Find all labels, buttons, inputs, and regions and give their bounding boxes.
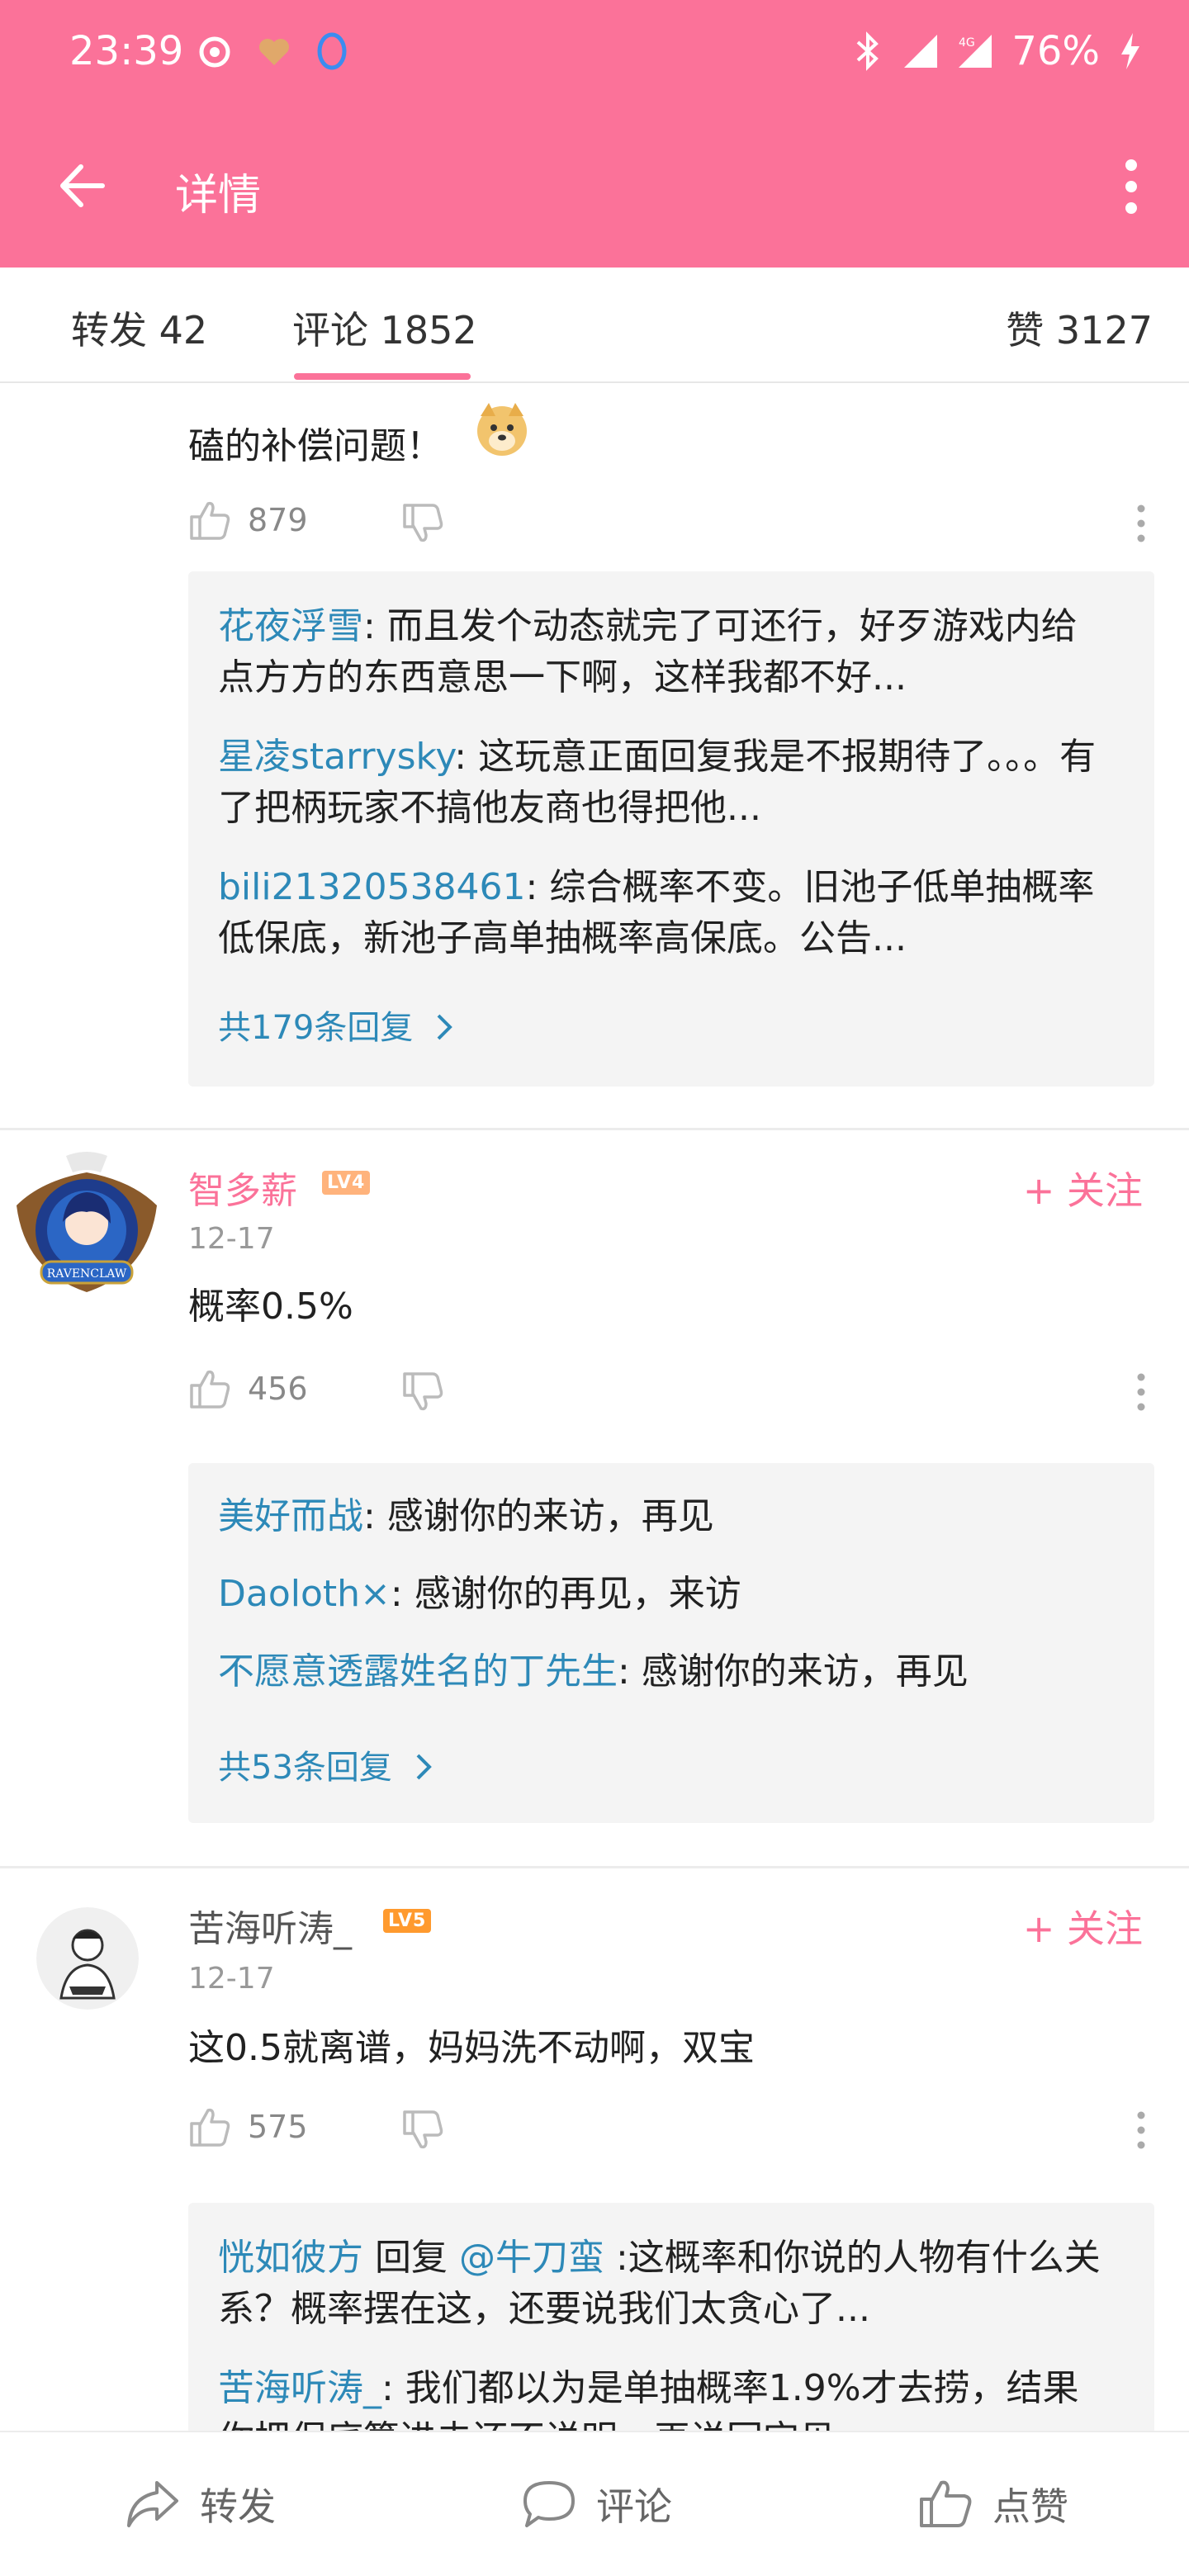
comment-more-icon[interactable] — [1130, 1369, 1153, 1415]
chevron-right-icon — [437, 1014, 452, 1040]
comment-username[interactable]: 苦海听涛_ — [188, 1899, 352, 1952]
view-all-replies-link[interactable]: 共179条回复 — [218, 1001, 457, 1049]
reply-username[interactable]: 恍如彼方 — [218, 2237, 363, 2279]
reply-preview[interactable]: 恍如彼方 回复 @牛刀蛮 :这概率和你说的人物有什么关系？概率摆在这，还要说我们… — [218, 2233, 1110, 2335]
thumbs-up-icon — [920, 2480, 972, 2527]
reply-preview[interactable]: Daoloth×: 感谢你的再见，来访 — [218, 1569, 1110, 1620]
page-title: 详情 — [175, 171, 262, 220]
thumbs-down-icon[interactable] — [400, 2107, 446, 2153]
back-arrow-icon[interactable] — [53, 157, 111, 215]
comment-username[interactable]: 智多薪 — [188, 1161, 297, 1214]
more-vertical-icon[interactable] — [1115, 157, 1148, 216]
svg-text:RAVENCLAW: RAVENCLAW — [47, 1267, 127, 1281]
active-tab-indicator — [294, 373, 471, 380]
comment-item: 苦海听涛_ LV5 + 关注 12-17 这0.5就离谱，妈妈洗不动啊，双宝 5… — [0, 1869, 1189, 2431]
thumbs-up-icon[interactable] — [187, 497, 233, 543]
signal-4g-icon: 4G — [959, 35, 992, 68]
reply-username[interactable]: 星凌starrysky — [218, 736, 454, 778]
comment-actions: 456 — [187, 1361, 1153, 1418]
qq-penguin-icon — [317, 32, 347, 70]
reply-preview[interactable]: 苦海听涛_: 我们都以为是单抽概率1.9%才去捞，结果你把保底算进去还不说明，再… — [218, 2363, 1110, 2431]
comment-text: 概率0.5% — [188, 1286, 353, 1328]
comment-divider — [0, 1866, 1189, 1868]
tab-reposts[interactable]: 转发 42 — [71, 301, 207, 355]
comment-text: 磕的补偿问题！ — [188, 425, 443, 467]
comment-actions: 575 — [187, 2099, 1153, 2157]
reply-preview[interactable]: bili21320538461: 综合概率不变。旧池子低单抽概率低保底，新池子高… — [218, 862, 1110, 964]
mention-link[interactable]: @牛刀蛮 — [459, 2237, 604, 2279]
reply-preview-box[interactable]: 美好而战: 感谢你的来访，再见 Daoloth×: 感谢你的再见，来访 不愿意透… — [188, 1463, 1154, 1823]
app-bar: 详情 — [0, 107, 1189, 268]
tab-comments[interactable]: 评论 1852 — [292, 301, 477, 355]
chevron-right-icon — [416, 1754, 432, 1780]
bluetooth-icon — [856, 31, 879, 71]
view-all-replies-link[interactable]: 共53条回复 — [218, 1740, 436, 1788]
level-badge: LV4 — [322, 1171, 371, 1195]
like-count: 879 — [248, 502, 308, 538]
user-avatar-image — [36, 1907, 139, 2010]
thumbs-down-icon[interactable] — [400, 1369, 446, 1415]
like-button[interactable]: 点赞 — [917, 2477, 1068, 2531]
avatar[interactable] — [36, 1907, 139, 2010]
comment-item: RAVENCLAW 智多薪 LV4 + 关注 12-17 概率0.5% 456 … — [0, 1131, 1189, 1866]
reply-username[interactable]: Daoloth× — [218, 1573, 391, 1615]
comment-bubble-icon — [523, 2481, 575, 2527]
comment-date: 12-17 — [188, 1222, 275, 1256]
reply-preview[interactable]: 美好而战: 感谢你的来访，再见 — [218, 1491, 1110, 1542]
battery-percent: 76% — [1011, 28, 1100, 74]
svg-text:4G: 4G — [959, 36, 975, 50]
reply-preview[interactable]: 不愿意透露姓名的丁先生: 感谢你的来访，再见 — [218, 1646, 1110, 1698]
thumbs-down-icon[interactable] — [400, 500, 446, 547]
swirl-icon — [199, 36, 230, 68]
charging-icon — [1121, 33, 1139, 69]
bottom-action-bar: 转发 评论 点赞 — [0, 2431, 1189, 2576]
comment-more-icon[interactable] — [1130, 500, 1153, 547]
signal-icon — [904, 35, 938, 68]
comment-item: 磕的补偿问题！ 879 花夜浮雪: 而且发个动态就完了可还行，好歹游戏内给点方方… — [0, 383, 1189, 1128]
avatar[interactable]: RAVENCLAW — [8, 1148, 165, 1305]
thumbs-up-icon[interactable] — [187, 1366, 233, 1412]
comment-text: 这0.5就离谱，妈妈洗不动啊，双宝 — [188, 2027, 755, 2069]
like-count: 456 — [248, 1371, 308, 1407]
detail-tabs: 转发 42 评论 1852 赞 3127 — [0, 268, 1189, 383]
comment-date: 12-17 — [188, 1962, 275, 1996]
follow-button[interactable]: + 关注 — [1023, 1161, 1143, 1215]
ravenclaw-avatar-image: RAVENCLAW — [8, 1148, 165, 1305]
reply-username[interactable]: 花夜浮雪 — [218, 605, 363, 647]
comment-actions: 879 — [187, 492, 1153, 550]
reply-username[interactable]: bili21320538461 — [218, 866, 526, 908]
status-bar: 23:39 4G 76% — [0, 0, 1189, 107]
thumbs-up-icon[interactable] — [187, 2104, 233, 2150]
reply-username[interactable]: 美好而战 — [218, 1495, 363, 1537]
like-count: 575 — [248, 2109, 308, 2145]
reply-username[interactable]: 不愿意透露姓名的丁先生 — [218, 1650, 618, 1693]
repost-button[interactable]: 转发 — [124, 2477, 276, 2531]
reply-preview-box[interactable]: 花夜浮雪: 而且发个动态就完了可还行，好歹游戏内给点方方的东西意思一下啊，这样我… — [188, 571, 1154, 1087]
level-badge: LV5 — [383, 1909, 432, 1933]
comment-divider — [0, 1128, 1189, 1130]
share-arrow-icon — [127, 2481, 178, 2527]
heart-icon — [259, 39, 289, 65]
reply-preview[interactable]: 星凌starrysky: 这玩意正面回复我是不报期待了。。。有了把柄玩家不搞他友… — [218, 732, 1110, 834]
comment-button[interactable]: 评论 — [520, 2477, 672, 2531]
reply-preview[interactable]: 花夜浮雪: 而且发个动态就完了可还行，好歹游戏内给点方方的东西意思一下啊，这样我… — [218, 601, 1110, 703]
reply-preview-box[interactable]: 恍如彼方 回复 @牛刀蛮 :这概率和你说的人物有什么关系？概率摆在这，还要说我们… — [188, 2203, 1154, 2431]
follow-button[interactable]: + 关注 — [1023, 1899, 1143, 1953]
doge-emoji-icon — [477, 403, 527, 456]
reply-username[interactable]: 苦海听涛_ — [218, 2367, 381, 2409]
tab-likes[interactable]: 赞 3127 — [1006, 301, 1153, 355]
status-time: 23:39 — [69, 28, 184, 74]
comment-more-icon[interactable] — [1130, 2107, 1153, 2153]
